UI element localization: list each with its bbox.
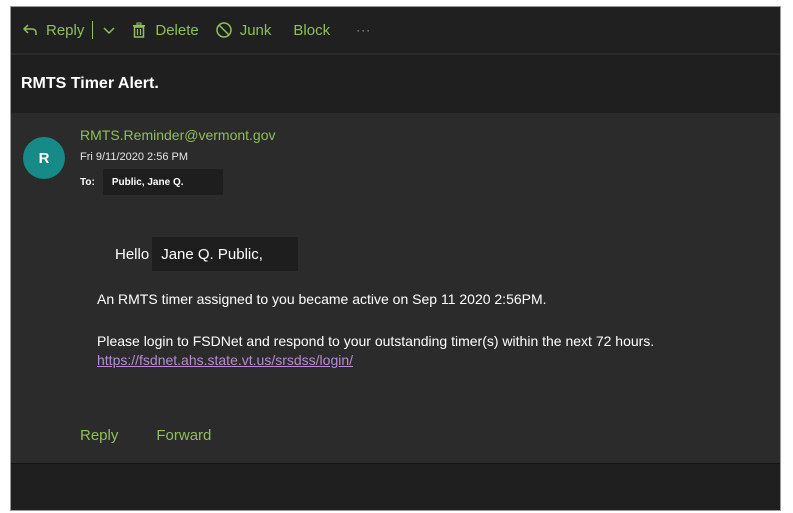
delete-label: Delete — [155, 21, 199, 39]
recipient-name[interactable]: Public, Jane Q. — [102, 169, 223, 195]
junk-icon — [215, 21, 233, 39]
message-actions: Reply Forward — [80, 427, 211, 444]
block-button[interactable]: Block — [293, 15, 330, 45]
reply-label: Reply — [46, 21, 85, 39]
more-icon: ··· — [356, 23, 372, 37]
more-options-button[interactable]: ··· — [356, 15, 371, 45]
sender-avatar: R — [23, 137, 65, 179]
greeting-text: Hello — [115, 245, 150, 263]
email-body: R RMTS.Reminder@vermont.gov Fri 9/11/202… — [11, 115, 780, 463]
greeting-row: Hello Jane Q. Public, — [115, 237, 299, 271]
message-line-1: An RMTS timer assigned to you became act… — [97, 291, 547, 307]
delete-button[interactable]: Delete — [130, 15, 199, 45]
reply-button[interactable]: Reply — [21, 15, 84, 45]
junk-button[interactable]: Junk — [215, 15, 272, 45]
email-window: Reply Delete Junk Block ··· RMTS Timer A… — [10, 6, 781, 511]
forward-action-button[interactable]: Forward — [156, 427, 211, 444]
email-subject: RMTS Timer Alert. — [11, 55, 780, 113]
sent-date: Fri 9/11/2020 2:56 PM — [80, 151, 189, 163]
trash-icon — [130, 21, 148, 39]
avatar-letter: R — [38, 149, 50, 167]
junk-label: Junk — [239, 21, 272, 39]
to-label: To: — [80, 176, 95, 188]
message-line-2: Please login to FSDNet and respond to yo… — [97, 333, 655, 349]
recipient-row: To: Public, Jane Q. — [80, 169, 223, 195]
toolbar-divider — [92, 21, 94, 39]
login-link[interactable]: https://fsdnet.ahs.state.vt.us/srsdss/lo… — [97, 352, 353, 368]
subject-text: RMTS Timer Alert. — [21, 75, 159, 92]
toolbar: Reply Delete Junk Block ··· — [11, 7, 780, 53]
greeting-name: Jane Q. Public, — [152, 237, 299, 271]
block-label: Block — [293, 21, 331, 39]
footer-area — [11, 463, 780, 510]
reply-action-button[interactable]: Reply — [80, 427, 118, 444]
reply-icon — [21, 21, 39, 39]
sender-address[interactable]: RMTS.Reminder@vermont.gov — [80, 127, 276, 143]
chevron-down-icon — [100, 21, 118, 39]
reply-options-dropdown[interactable] — [100, 15, 130, 45]
